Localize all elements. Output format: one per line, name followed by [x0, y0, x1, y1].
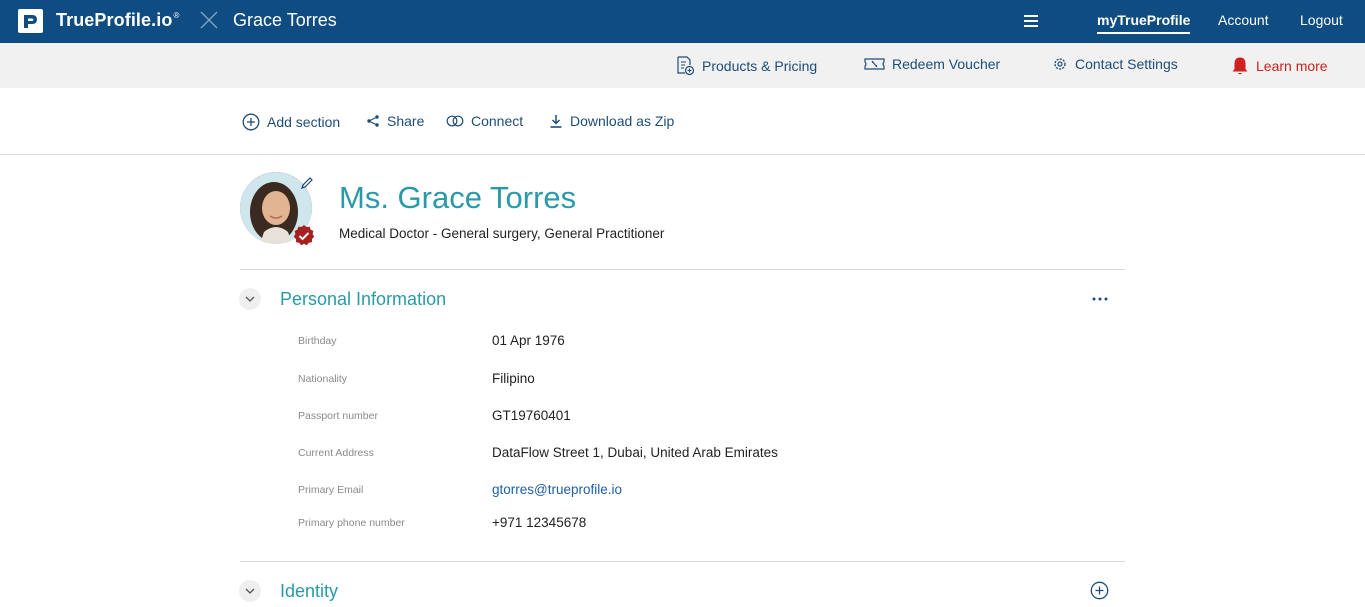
trueprofile-logo-icon[interactable] [18, 9, 43, 33]
passport-number-value: GT19760401 [492, 408, 571, 423]
products-pricing-link[interactable]: Products & Pricing [676, 56, 817, 76]
close-x-icon [200, 11, 218, 29]
profile-owner-name: Grace Torres [233, 10, 337, 30]
section-divider [240, 561, 1125, 562]
profile-job-title: Medical Doctor - General surgery, Genera… [339, 226, 665, 241]
add-section-button[interactable]: Add section [242, 113, 340, 131]
edit-pencil-icon[interactable] [300, 176, 314, 190]
learn-more-link[interactable]: Learn more [1231, 56, 1328, 76]
section-divider [240, 269, 1125, 270]
menu-icon[interactable] [1024, 15, 1038, 27]
chevron-down-icon [245, 588, 255, 594]
nav-logout[interactable]: Logout [1300, 12, 1343, 28]
share-button[interactable]: Share [366, 113, 424, 129]
connect-label: Connect [471, 113, 524, 129]
add-identity-icon[interactable] [1090, 581, 1109, 600]
birthday-value: 01 Apr 1976 [492, 333, 565, 348]
primary-phone-label: Primary phone number [298, 517, 405, 529]
redeem-voucher-link[interactable]: Redeem Voucher [864, 56, 1000, 72]
download-zip-button[interactable]: Download as Zip [549, 113, 674, 129]
verified-badge-icon [293, 225, 315, 246]
identity-title[interactable]: Identity [280, 581, 338, 602]
gear-icon [1054, 58, 1066, 70]
share-icon [367, 115, 379, 127]
chevron-down-icon [245, 296, 255, 302]
personal-info-collapse-toggle[interactable] [239, 288, 261, 310]
current-address-label: Current Address [298, 447, 374, 459]
profile-full-name: Ms. Grace Torres [339, 180, 577, 215]
add-circle-icon [242, 113, 260, 131]
document-price-icon [677, 56, 695, 76]
connect-rings-icon [446, 115, 464, 127]
brand-name: TrueProfile.io [56, 10, 173, 30]
top-navigation-bar: TrueProfile.io® Grace Torres myTrueProfi… [0, 0, 1365, 43]
voucher-ticket-icon [864, 58, 885, 70]
primary-email-value[interactable]: gtorres@trueprofile.io [492, 482, 622, 497]
primary-email-label: Primary Email [298, 484, 364, 496]
learn-more-label: Learn more [1256, 58, 1328, 74]
contact-settings-link[interactable]: Contact Settings [1052, 56, 1178, 72]
personal-info-title[interactable]: Personal Information [280, 289, 446, 310]
brand-registered-mark: ® [173, 11, 180, 20]
profile-actions-bar: Add section Share Connect Download as Zi… [0, 88, 1365, 155]
share-label: Share [387, 113, 425, 129]
brand-logo-text[interactable]: TrueProfile.io® [56, 10, 179, 31]
bell-icon [1232, 57, 1248, 75]
connect-button[interactable]: Connect [446, 113, 523, 129]
nationality-label: Nationality [298, 373, 348, 385]
birthday-label: Birthday [298, 335, 337, 347]
more-options-icon[interactable] [1091, 296, 1109, 302]
identity-collapse-toggle[interactable] [239, 580, 261, 602]
secondary-toolbar: Products & Pricing Redeem Voucher Contac… [0, 43, 1365, 88]
add-section-label: Add section [267, 114, 341, 130]
products-pricing-label: Products & Pricing [702, 58, 818, 74]
current-address-value: DataFlow Street 1, Dubai, United Arab Em… [492, 445, 778, 460]
primary-phone-value: +971 12345678 [492, 515, 587, 530]
nav-account[interactable]: Account [1218, 12, 1269, 28]
download-icon [550, 114, 562, 128]
redeem-voucher-label: Redeem Voucher [892, 56, 1001, 72]
nationality-value: Filipino [492, 371, 535, 386]
passport-number-label: Passport number [298, 410, 378, 422]
nav-my-trueprofile[interactable]: myTrueProfile [1097, 12, 1191, 34]
download-zip-label: Download as Zip [570, 113, 675, 129]
contact-settings-label: Contact Settings [1075, 56, 1178, 72]
